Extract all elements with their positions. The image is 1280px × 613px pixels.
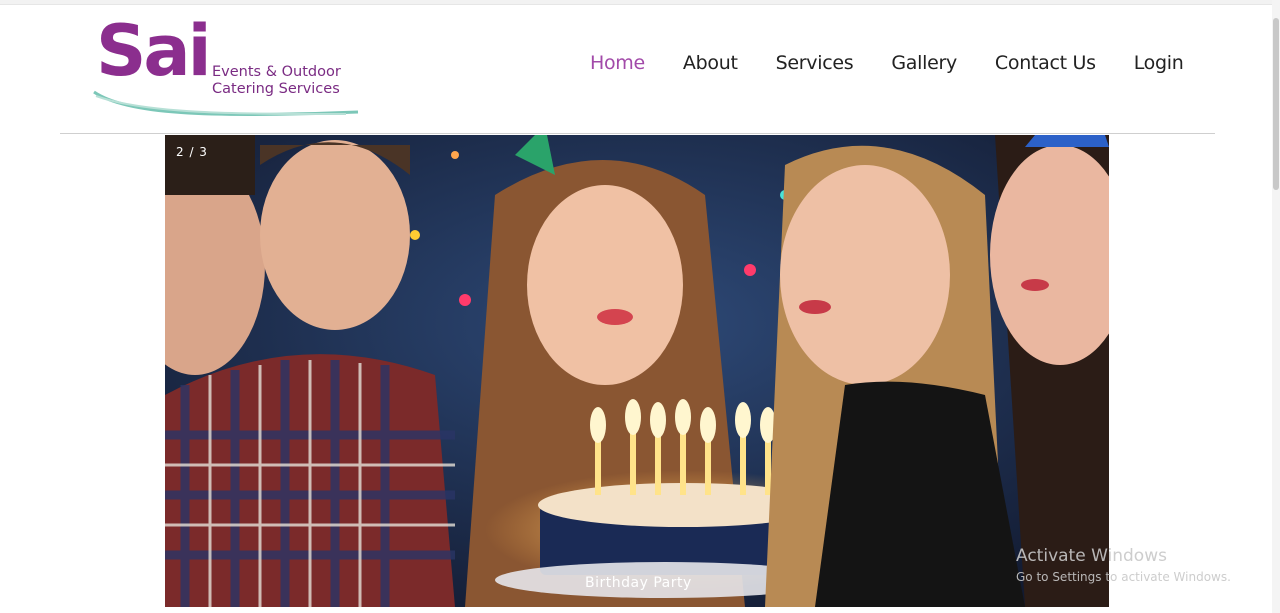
slide-image-birthday-party: [165, 135, 1109, 607]
slide-caption: Birthday Party: [585, 575, 692, 591]
nav-about[interactable]: About: [683, 52, 738, 74]
windows-activation-watermark: Activate Windows Go to Settings to activ…: [1016, 546, 1231, 584]
logo-wordmark: Sai: [96, 10, 212, 92]
page-scrollbar[interactable]: [1272, 0, 1280, 613]
hero-slider[interactable]: 2 / 3 Birthday Party: [165, 135, 1109, 607]
nav-gallery[interactable]: Gallery: [891, 52, 957, 74]
site-logo[interactable]: Sai Events & Outdoor Catering Services: [86, 10, 361, 120]
scrollbar-thumb[interactable]: [1273, 18, 1279, 190]
watermark-subtitle: Go to Settings to activate Windows.: [1016, 570, 1231, 584]
header-divider: [60, 133, 1215, 134]
logo-swoosh-icon: [93, 90, 359, 116]
browser-top-edge: [0, 0, 1280, 5]
watermark-title: Activate Windows: [1016, 546, 1167, 566]
slide-counter: 2 / 3: [176, 145, 208, 159]
nav-home[interactable]: Home: [590, 52, 645, 74]
main-navigation: Home About Services Gallery Contact Us L…: [590, 52, 1221, 74]
nav-contact-us[interactable]: Contact Us: [995, 52, 1096, 74]
nav-login[interactable]: Login: [1134, 52, 1184, 74]
logo-tagline-line1: Events & Outdoor: [212, 64, 341, 80]
nav-services[interactable]: Services: [776, 52, 854, 74]
